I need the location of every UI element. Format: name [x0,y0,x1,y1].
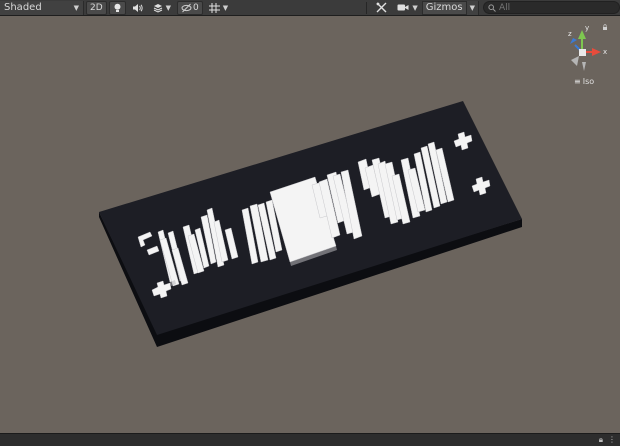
caret-down-icon: ▼ [469,3,475,12]
gizmos-label: Gizmos [425,2,463,13]
search-icon [488,3,496,12]
search-input[interactable] [499,2,609,13]
hamburger-icon: ≡ [574,77,581,86]
lock-icon[interactable]: 🔒︎ [599,435,603,445]
gizmos-dropdown[interactable]: ▼ [466,0,479,15]
shading-mode-label: Shaded [4,2,42,13]
grid-icon [208,2,220,13]
scene-search[interactable] [483,1,620,14]
projection-label: Iso [582,77,595,86]
fx-hidden-icon [181,3,192,12]
status-bar: 🔒︎ ⋮ [0,433,620,446]
scene-toolbar: Shaded ▼ 2D ▼ 0 ▼ ▼ Gizmos ▼ [0,0,620,16]
effects-dropdown-button[interactable]: ▼ [149,1,175,15]
axis-z-cone[interactable] [570,38,577,44]
axis-x-cone[interactable] [592,48,601,56]
light-bulb-icon [114,3,121,12]
neg-axis-cone[interactable] [571,56,579,66]
shading-mode-dropdown[interactable]: Shaded ▼ [0,0,84,15]
axis-y-label: y [585,24,589,32]
audio-toggle-button[interactable] [128,1,147,15]
audio-icon [132,3,143,12]
caret-down-icon: ▼ [222,3,229,12]
tools-button[interactable] [372,1,391,15]
tools-icon [376,2,387,13]
caret-down-icon: ▼ [412,3,418,12]
hidden-count: 0 [193,2,199,13]
projection-toggle[interactable]: ≡ Iso [574,77,594,86]
caret-down-icon: ▼ [165,3,172,12]
axis-z-label: z [568,30,572,38]
gizmos-button[interactable]: Gizmos [421,0,467,15]
camera-settings-button[interactable]: ▼ [393,1,421,15]
hidden-objects-button[interactable]: 0 [177,0,203,15]
toolbar-separator [366,1,368,14]
caret-down-icon: ▼ [73,3,79,12]
axis-x-label: x [603,48,607,56]
toggle-2d-button[interactable]: 2D [86,0,107,15]
gizmo-center-cube[interactable] [579,49,586,56]
lighting-toggle-button[interactable] [108,0,126,15]
orientation-gizmo[interactable]: y z x [555,22,615,82]
layers-icon [153,3,162,13]
scene-render [99,101,522,347]
toggle-2d-label: 2D [90,2,103,13]
camera-icon [397,4,409,11]
menu-dots-icon[interactable]: ⋮ [608,435,616,445]
grid-toggle-button[interactable]: ▼ [205,1,232,15]
status-icons: 🔒︎ ⋮ [599,435,616,445]
scene-viewport[interactable]: y z x ≡ Iso [0,16,620,433]
lock-icon[interactable] [603,27,607,30]
neg-axis-cone[interactable] [582,62,586,71]
